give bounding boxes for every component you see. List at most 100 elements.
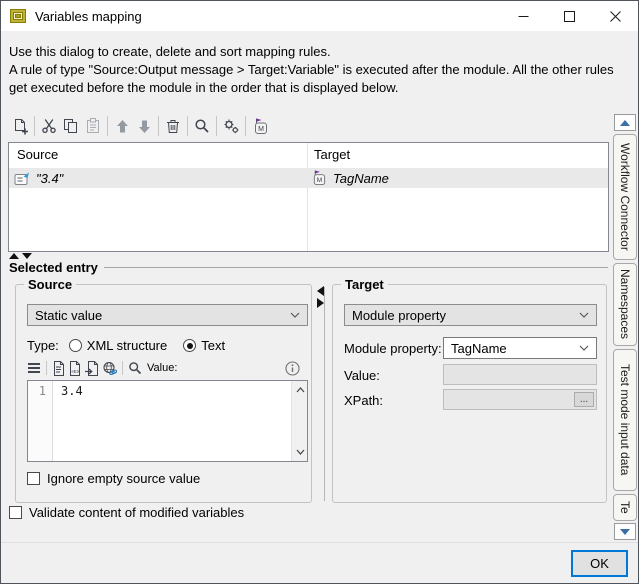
- validate-checkbox[interactable]: Validate content of modified variables: [9, 505, 244, 520]
- search-icon: [194, 118, 210, 134]
- delete-rule-button[interactable]: [162, 115, 184, 137]
- rule-target-value: TagName: [333, 171, 389, 186]
- radio-xml-structure[interactable]: [69, 339, 82, 352]
- hex-view-icon[interactable]: HEX: [68, 361, 82, 376]
- text-view-icon[interactable]: [52, 361, 65, 376]
- ignore-empty-label: Ignore empty source value: [47, 471, 200, 486]
- close-button[interactable]: [592, 1, 638, 31]
- module-property-label: Module property:: [344, 341, 442, 356]
- chevron-down-icon: [579, 345, 589, 351]
- source-group-label: Source: [24, 277, 76, 292]
- instruction-line: Use this dialog to create, delete and so…: [9, 43, 630, 61]
- arrow-up-icon: [620, 120, 630, 126]
- column-header-target[interactable]: Target: [314, 147, 350, 162]
- tab-clipped[interactable]: Te: [613, 494, 637, 521]
- minimize-button[interactable]: [500, 1, 546, 31]
- settings-button[interactable]: [220, 115, 242, 137]
- close-icon: [610, 11, 621, 22]
- toolbar-separator: [187, 116, 188, 136]
- dialog-instructions: Use this dialog to create, delete and so…: [9, 43, 630, 97]
- validate-label: Validate content of modified variables: [29, 505, 244, 520]
- ok-button[interactable]: OK: [571, 550, 628, 577]
- paste-icon: [85, 118, 101, 134]
- tab-namespaces[interactable]: Namespaces: [613, 263, 637, 346]
- scroll-down-icon[interactable]: [292, 444, 308, 460]
- toolbar-separator: [122, 361, 123, 375]
- window-title: Variables mapping: [35, 9, 142, 24]
- import-value-icon[interactable]: [85, 361, 99, 376]
- toolbar-separator: [158, 116, 159, 136]
- svg-text:M: M: [317, 177, 322, 184]
- module-flag-icon: M: [252, 118, 269, 135]
- rule-source-cell: "3.4": [14, 168, 63, 188]
- target-group: Target Module property Module property: …: [332, 284, 607, 503]
- search-button[interactable]: [191, 115, 213, 137]
- type-label: Type:: [27, 338, 59, 353]
- trash-icon: [165, 118, 181, 134]
- cut-button[interactable]: [38, 115, 60, 137]
- move-down-icon: [137, 119, 152, 134]
- rule-target-cell: M TagName: [311, 168, 389, 188]
- module-property-dropdown[interactable]: TagName: [443, 337, 597, 359]
- toolbar-separator: [245, 116, 246, 136]
- sort-up-icon: [9, 253, 19, 259]
- radio-text-label[interactable]: Text: [201, 338, 225, 353]
- module-mapping-button[interactable]: M: [249, 115, 271, 137]
- copy-icon: [63, 118, 79, 134]
- chevron-down-icon: [290, 312, 300, 318]
- value-editor[interactable]: 1 3.4: [27, 380, 308, 462]
- target-kind-dropdown[interactable]: Module property: [344, 304, 597, 326]
- ignore-empty-checkbox[interactable]: Ignore empty source value: [27, 471, 200, 486]
- move-down-button[interactable]: [133, 115, 155, 137]
- collapse-left-icon[interactable]: [317, 286, 324, 296]
- editor-content[interactable]: 3.4: [54, 381, 290, 461]
- radio-text[interactable]: [183, 339, 196, 352]
- collapse-right-icon[interactable]: [317, 298, 324, 308]
- app-icon: [10, 8, 26, 24]
- window-controls: [500, 1, 638, 31]
- encoding-globe-icon[interactable]: [102, 361, 117, 376]
- editor-scrollbar[interactable]: [291, 381, 307, 461]
- table-row[interactable]: "3.4" M TagName: [9, 168, 608, 188]
- xpath-browse-button[interactable]: ...: [574, 392, 594, 407]
- checkbox-box[interactable]: [9, 506, 22, 519]
- checkbox-box[interactable]: [27, 472, 40, 485]
- toolbar-separator: [46, 361, 47, 375]
- target-value-label: Value:: [344, 368, 380, 383]
- xpath-input: ...: [443, 389, 597, 410]
- column-header-source[interactable]: Source: [17, 147, 58, 162]
- chevron-down-icon: [579, 312, 589, 318]
- radio-xml-structure-label[interactable]: XML structure: [87, 338, 167, 353]
- source-type-row: Type: XML structure Text: [27, 338, 225, 353]
- editor-line-number: 1: [28, 381, 53, 461]
- new-rule-button[interactable]: [9, 115, 31, 137]
- info-icon[interactable]: [285, 361, 300, 376]
- instruction-line: get executed before the module in the or…: [9, 79, 630, 97]
- tab-test-mode-input-data[interactable]: Test mode input data: [613, 349, 637, 491]
- menu-icon[interactable]: [27, 362, 41, 374]
- toolbar-separator: [107, 116, 108, 136]
- arrow-down-icon: [620, 529, 630, 535]
- tabs-scroll-down-button[interactable]: [614, 523, 636, 540]
- instruction-line: A rule of type "Source:Output message > …: [9, 61, 630, 79]
- search-value-icon[interactable]: [128, 361, 142, 375]
- row-reorder-handles[interactable]: [9, 253, 32, 259]
- rule-source-value: "3.4": [36, 171, 63, 186]
- rules-table: Source Target "3.4" M TagName: [8, 142, 609, 252]
- maximize-button[interactable]: [546, 1, 592, 31]
- move-up-button[interactable]: [111, 115, 133, 137]
- paste-button[interactable]: [82, 115, 104, 137]
- titlebar[interactable]: Variables mapping: [1, 1, 638, 31]
- cut-icon: [41, 118, 57, 134]
- source-kind-dropdown[interactable]: Static value: [27, 304, 308, 326]
- tabs-scroll-up-button[interactable]: [614, 114, 636, 131]
- copy-button[interactable]: [60, 115, 82, 137]
- selected-entry-label: Selected entry: [9, 260, 98, 275]
- selected-entry-section: Selected entry: [9, 260, 608, 275]
- source-kind-value: Static value: [35, 308, 102, 323]
- maximize-icon: [564, 11, 575, 22]
- tab-workflow-connector[interactable]: Workflow Connector: [613, 134, 637, 260]
- pane-splitter[interactable]: [317, 286, 324, 308]
- scroll-up-icon[interactable]: [292, 382, 308, 398]
- static-value-icon: [14, 171, 30, 186]
